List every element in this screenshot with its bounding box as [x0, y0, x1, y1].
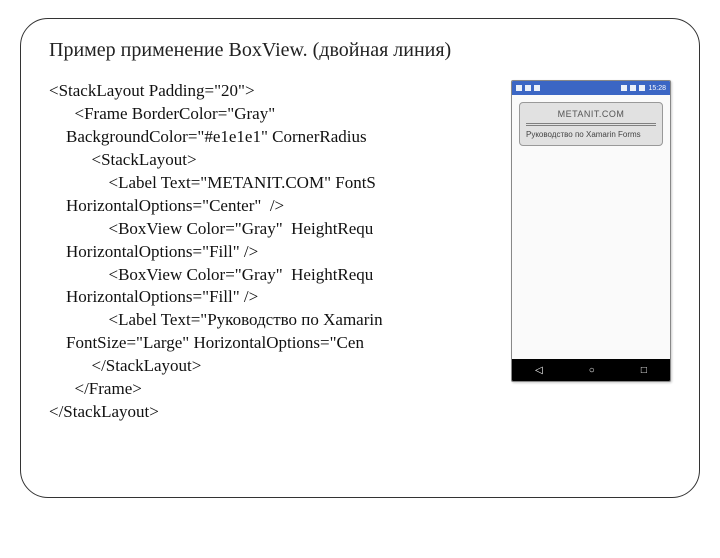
- boxview-line: [526, 125, 656, 126]
- signal-icon: [630, 85, 636, 91]
- battery-icon: [639, 85, 645, 91]
- code-line: <StackLayout>: [49, 150, 197, 169]
- code-line: </Frame>: [49, 379, 142, 398]
- app-heading: METANIT.COM: [526, 109, 656, 119]
- code-line: HorizontalOptions="Fill" />: [49, 242, 258, 261]
- code-line: </StackLayout>: [49, 356, 201, 375]
- app-frame-card: METANIT.COM Руководство по Xamarin Forms: [519, 102, 663, 146]
- nav-back-icon[interactable]: ◁: [535, 365, 543, 376]
- android-statusbar: 15:28: [512, 81, 670, 95]
- phone-mockup: 15:28 METANIT.COM Руководство по Xamarin…: [511, 80, 671, 382]
- slide-frame: Пример применение BoxView. (двойная лини…: [20, 18, 700, 498]
- code-block: <StackLayout Padding="20"> <Frame Border…: [49, 80, 501, 424]
- app-subtitle: Руководство по Xamarin Forms: [526, 130, 656, 139]
- nav-recent-icon[interactable]: □: [641, 365, 647, 376]
- wifi-icon: [621, 85, 627, 91]
- code-line: <Label Text="Руководство по Xamarin: [49, 310, 387, 329]
- content-row: <StackLayout Padding="20"> <Frame Border…: [49, 80, 671, 424]
- code-line: BackgroundColor="#e1e1e1" CornerRadius: [49, 127, 367, 146]
- code-line: <StackLayout Padding="20">: [49, 81, 255, 100]
- statusbar-time: 15:28: [648, 85, 666, 92]
- phone-screen-body: METANIT.COM Руководство по Xamarin Forms: [512, 95, 670, 359]
- statusbar-left-icons: [516, 85, 540, 91]
- statusbar-right-icons: 15:28: [621, 85, 666, 92]
- notification-icon: [525, 85, 531, 91]
- code-line: <BoxView Color="Gray" HeightRequ: [49, 219, 373, 238]
- code-line: HorizontalOptions="Center" />: [49, 196, 284, 215]
- notification-icon: [534, 85, 540, 91]
- nav-home-icon[interactable]: ○: [589, 365, 595, 376]
- code-line: </StackLayout>: [49, 402, 159, 421]
- code-line: <Label Text="METANIT.COM" FontS: [49, 173, 376, 192]
- code-line: FontSize="Large" HorizontalOptions="Cen: [49, 333, 364, 352]
- code-line: <BoxView Color="Gray" HeightRequ: [49, 265, 373, 284]
- code-line: HorizontalOptions="Fill" />: [49, 287, 258, 306]
- notification-icon: [516, 85, 522, 91]
- boxview-line: [526, 123, 656, 124]
- code-line: <Frame BorderColor="Gray": [49, 104, 275, 123]
- android-navbar: ◁ ○ □: [512, 359, 670, 381]
- slide-title: Пример применение BoxView. (двойная лини…: [49, 39, 671, 62]
